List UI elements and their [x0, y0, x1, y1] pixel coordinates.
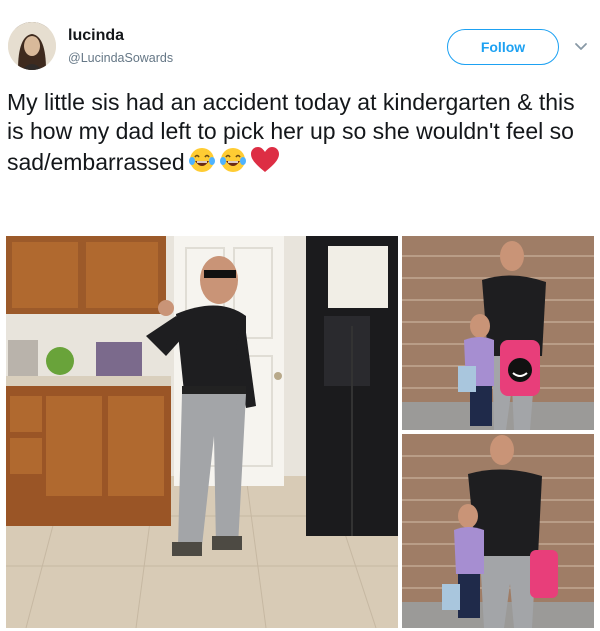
brick-wall-photo-top[interactable] — [402, 236, 594, 430]
photo-grid — [6, 236, 594, 628]
user-avatar[interactable] — [8, 22, 56, 70]
brick-wall-photo-bottom[interactable] — [402, 434, 594, 628]
tweet-text: My little sis had an accident today at k… — [7, 88, 597, 181]
kitchen-photo[interactable] — [6, 236, 398, 628]
tears-of-joy-emoji — [219, 146, 247, 181]
chevron-down-icon[interactable] — [572, 38, 590, 56]
user-handle[interactable]: @LucindaSowards — [68, 51, 173, 65]
user-display-name[interactable]: lucinda — [68, 27, 124, 45]
tweet-body: My little sis had an accident today at k… — [7, 89, 575, 175]
tears-of-joy-emoji — [188, 146, 216, 181]
tweet-header: lucinda @LucindaSowards Follow — [0, 0, 600, 84]
follow-button[interactable]: Follow — [447, 29, 559, 65]
red-heart-emoji — [250, 146, 280, 181]
